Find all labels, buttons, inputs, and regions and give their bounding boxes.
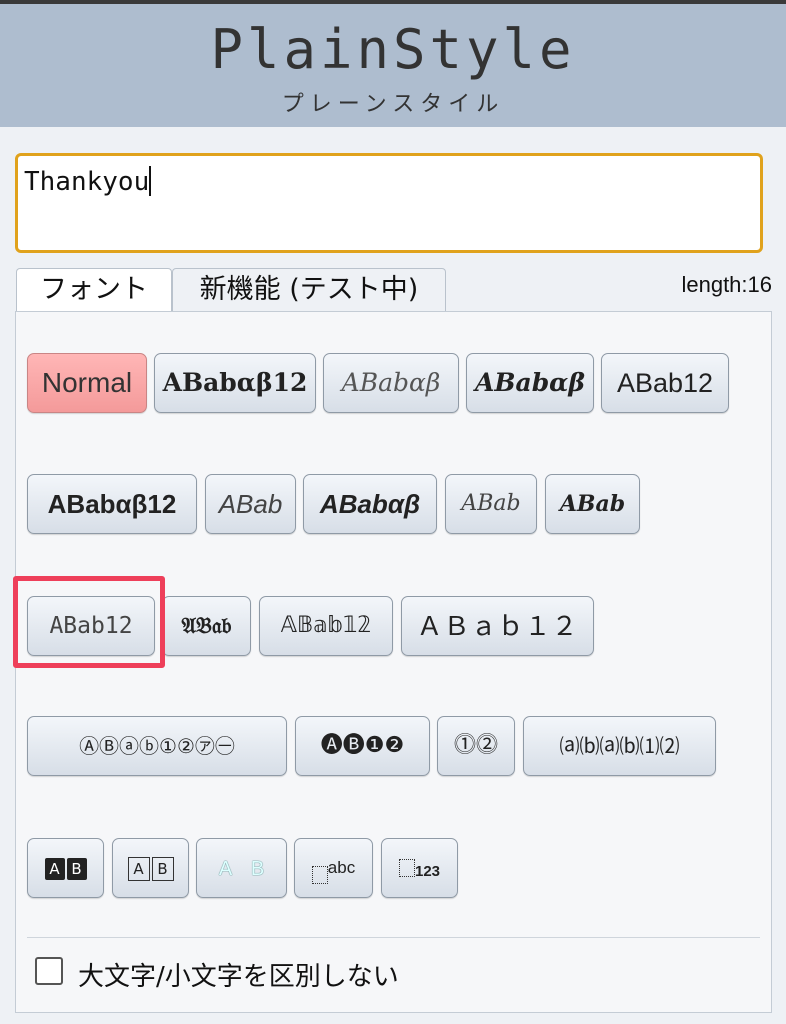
text-input-value: Thankyou	[24, 167, 150, 197]
font-button-sans[interactable]: ABab12	[601, 353, 729, 413]
squared-letter-b: B	[66, 857, 87, 880]
font-button-circled[interactable]: ⒶⒷⓐⓑ①②㋐㊀	[27, 716, 287, 776]
font-button-parenthesized[interactable]: ⒜⒝⒜⒝⑴⑵	[523, 716, 716, 776]
font-button-subscript[interactable]: 123	[381, 838, 458, 898]
text-caret	[149, 166, 152, 196]
case-insensitive-label: 大文字/小文字を区別しない	[78, 962, 399, 992]
font-button-sans-italic[interactable]: ABab	[205, 474, 296, 534]
placeholder-box-icon	[311, 866, 328, 885]
superscript-sample: abc	[327, 858, 356, 877]
font-button-squared[interactable]: AB	[112, 838, 189, 898]
tab-new-features[interactable]: 新機能 (テスト中)	[172, 268, 446, 312]
font-button-serif-bold-italic[interactable]: ABabαβ	[466, 353, 594, 413]
app-logo-title: PlainStyle	[210, 18, 576, 81]
outline-letter-a: A	[218, 857, 233, 880]
font-button-double-circled[interactable]: ⓵⓶	[437, 716, 515, 776]
font-button-outline[interactable]: AB	[196, 838, 287, 898]
font-button-negative-squared[interactable]: AB	[27, 838, 104, 898]
font-button-sans-bold[interactable]: ABabαβ12	[27, 474, 197, 534]
font-button-double-struck[interactable]: 𝔸𝔹𝕒𝕓𝟙𝟚	[259, 596, 393, 656]
text-input[interactable]: Thankyou	[15, 153, 763, 253]
font-button-fraktur[interactable]: 𝔄𝔅𝔞𝔟	[162, 596, 251, 656]
length-counter: length:16	[681, 272, 772, 297]
boxed-letter-a: A	[127, 856, 150, 881]
boxed-letter-b: B	[151, 856, 174, 881]
selection-highlight-box	[13, 576, 165, 668]
font-button-sans-bold-italic[interactable]: ABabαβ	[303, 474, 437, 534]
app-logo-subtitle: プレーンスタイル	[281, 92, 505, 117]
font-button-fullwidth[interactable]: ＡＢａｂ１２	[401, 596, 594, 656]
tab-font[interactable]: フォント	[16, 268, 172, 312]
font-button-normal[interactable]: Normal	[27, 353, 147, 413]
font-button-script-bold[interactable]: ABab	[545, 474, 640, 534]
font-button-serif-bold[interactable]: ABabαβ12	[154, 353, 316, 413]
subscript-sample: 123	[414, 863, 441, 881]
placeholder-box-icon	[398, 858, 415, 877]
font-button-negative-circled[interactable]: 🅐🅑❶❷	[295, 716, 430, 776]
font-button-script[interactable]: ABab	[445, 474, 537, 534]
font-button-serif-italic[interactable]: ABabαβ	[323, 353, 459, 413]
font-button-superscript[interactable]: abc	[294, 838, 373, 898]
tab-new-features-label: 新機能 (テスト中)	[199, 274, 419, 305]
outline-letter-b: B	[250, 857, 265, 880]
squared-letter-a: A	[44, 857, 65, 880]
tab-font-label: フォント	[40, 274, 148, 305]
app-header: PlainStyle プレーンスタイル	[0, 4, 786, 127]
case-insensitive-checkbox[interactable]	[35, 957, 63, 985]
panel-divider	[27, 937, 760, 938]
